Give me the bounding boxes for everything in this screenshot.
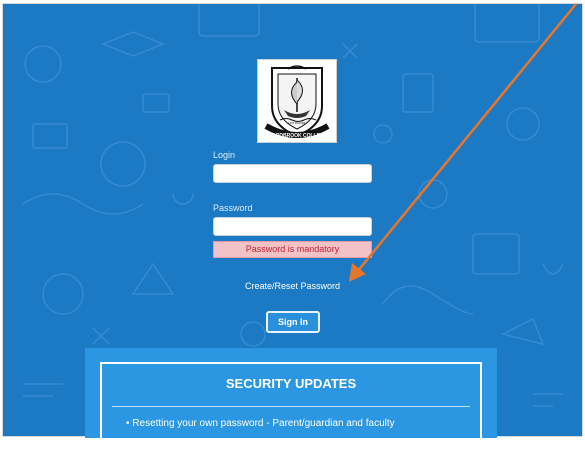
svg-text:WOODBROOK COLLEGE: WOODBROOK COLLEGE bbox=[267, 133, 328, 139]
sign-in-button[interactable]: Sign In bbox=[266, 311, 320, 333]
password-label: Password bbox=[213, 203, 253, 213]
college-crest-icon: WOODBROOK COLLEGE LUX DOCET bbox=[264, 65, 330, 139]
security-updates-panel: SECURITY UPDATES • Resetting your own pa… bbox=[85, 348, 497, 452]
svg-text:LUX DOCET: LUX DOCET bbox=[288, 121, 305, 125]
login-input[interactable] bbox=[213, 164, 372, 183]
create-reset-password-link[interactable]: Create/Reset Password bbox=[213, 281, 372, 291]
college-logo: WOODBROOK COLLEGE LUX DOCET bbox=[257, 59, 337, 143]
divider bbox=[112, 406, 470, 407]
password-error-message: Password is mandatory bbox=[213, 241, 372, 258]
login-label: Login bbox=[213, 150, 236, 160]
security-item-text: Resetting your own password - Parent/gua… bbox=[132, 418, 395, 429]
password-input[interactable] bbox=[213, 217, 372, 236]
list-item: • Resetting your own password - Parent/g… bbox=[126, 418, 395, 429]
security-updates-title: SECURITY UPDATES bbox=[225, 376, 357, 391]
